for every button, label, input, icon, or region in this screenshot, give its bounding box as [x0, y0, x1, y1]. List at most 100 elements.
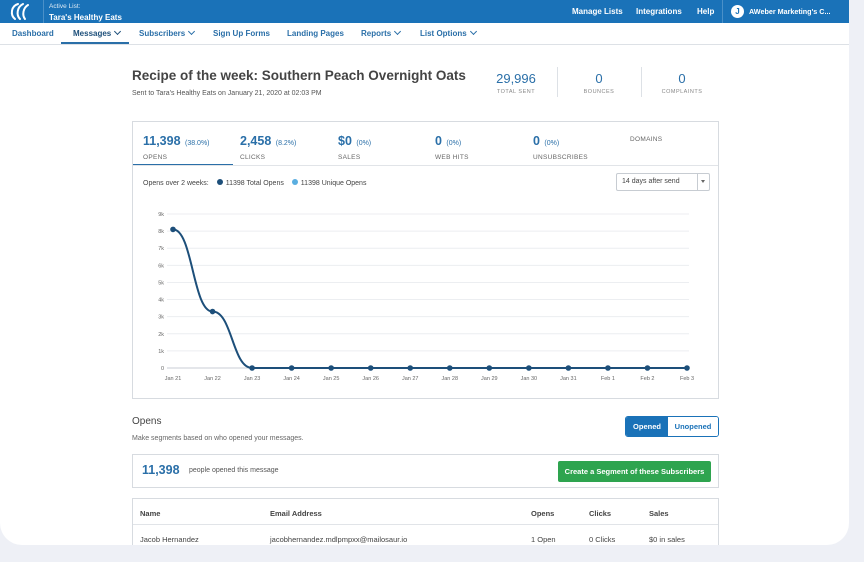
chevron-down-icon: [469, 27, 477, 36]
create-segment-button[interactable]: Create a Segment of these Subscribers: [558, 461, 711, 482]
column-header-name[interactable]: Name: [140, 509, 160, 518]
data-point: [170, 226, 176, 233]
y-tick-label: 6k: [158, 263, 164, 269]
y-tick-label: 3k: [158, 315, 164, 321]
sent-date: January 21, 2020 at 02:03 PM: [227, 90, 322, 97]
stat-bounces-label: BOUNCES: [583, 89, 615, 95]
cell-sales: $0 in sales: [649, 535, 685, 544]
active-list-name: Tara's Healthy Eats: [49, 13, 122, 22]
cell-clicks: 0 Clicks: [589, 535, 616, 544]
y-tick-label: 1k: [158, 349, 164, 355]
top-bar: Active List: Tara's Healthy Eats Manage …: [0, 0, 849, 23]
nav-reports[interactable]: Reports: [361, 23, 402, 44]
nav-reports-label: Reports: [361, 29, 392, 38]
unopened-button[interactable]: Unopened: [668, 417, 718, 436]
series-line: [172, 228, 687, 369]
y-tick-label: 8k: [158, 229, 164, 235]
x-tick-label: Feb 1: [601, 376, 615, 382]
x-tick-label: Feb 2: [640, 376, 654, 382]
data-point: [565, 365, 572, 371]
topbar-divider: [43, 0, 44, 23]
nav-sign-up-forms[interactable]: Sign Up Forms: [213, 23, 270, 44]
opens-heading: Opens: [132, 416, 162, 427]
sent-prefix: Sent to: [132, 90, 157, 97]
subscribers-table: Name Email Address Opens Clicks Sales Ja…: [132, 498, 719, 545]
data-point: [407, 365, 414, 371]
x-tick-label: Jan 31: [560, 376, 577, 382]
opens-count-text: people opened this message: [189, 467, 279, 474]
y-tick-label: 4k: [158, 298, 164, 304]
x-tick-label: Feb 3: [680, 376, 694, 382]
stat-complaints-value: 0: [678, 71, 686, 86]
y-tick-label: 9k: [158, 212, 164, 218]
account-menu[interactable]: J AWeber Marketing's C...: [722, 0, 849, 23]
data-point: [605, 365, 611, 371]
active-list-switcher[interactable]: Active List: Tara's Healthy Eats: [49, 2, 122, 23]
x-tick-label: Jan 24: [283, 376, 300, 382]
stat-bounces-value: 0: [595, 71, 603, 86]
stat-total-sent: 29,996 TOTAL SENT: [490, 71, 542, 95]
opens-count: 11,398: [142, 463, 180, 477]
chevron-down-icon: [114, 27, 122, 36]
column-header-opens[interactable]: Opens: [531, 509, 554, 518]
x-tick-label: Jan 26: [362, 376, 379, 382]
chevron-down-icon: [188, 27, 196, 36]
nav-messages[interactable]: Messages: [61, 23, 129, 44]
data-point: [644, 365, 651, 371]
nav-list-options-label: List Options: [420, 29, 467, 38]
data-point: [249, 365, 255, 371]
data-point: [288, 365, 295, 371]
stat-divider: [641, 67, 642, 97]
stat-total-sent-value: 29,996: [496, 71, 536, 86]
nav-list-options[interactable]: List Options: [420, 23, 477, 44]
opens-line-chart: 0 1k 2k 3k 4k 5k 6k 7k 8k 9k Jan 21 Jan 22 Jan 23 Jan…: [158, 212, 694, 382]
aweber-logo-icon[interactable]: [6, 1, 40, 22]
manage-lists-link[interactable]: Manage Lists: [572, 0, 623, 23]
sent-on: on: [216, 90, 228, 97]
stat-divider: [557, 67, 558, 97]
opened-button[interactable]: Opened: [626, 417, 668, 436]
opens-count-box: 11,398 people opened this message Create…: [132, 454, 719, 488]
data-point: [209, 308, 216, 315]
y-tick-label: 5k: [158, 280, 164, 286]
chevron-down-icon: [394, 27, 402, 36]
nav-landing-pages[interactable]: Landing Pages: [287, 23, 344, 44]
data-point: [526, 365, 532, 371]
main-nav: Dashboard Messages Subscribers Sign Up F…: [0, 23, 849, 45]
x-tick-label: Jan 25: [323, 376, 340, 382]
account-name: AWeber Marketing's C...: [749, 7, 831, 16]
stat-complaints-label: COMPLAINTS: [661, 89, 703, 95]
metrics-panel: 11,398 (38.0%) OPENS 2,458 (8.2%) CLICKS…: [132, 121, 719, 399]
y-tick-label: 2k: [158, 332, 164, 338]
column-header-email[interactable]: Email Address: [270, 509, 322, 518]
nav-dashboard[interactable]: Dashboard: [12, 23, 54, 44]
nav-messages-label: Messages: [73, 29, 112, 38]
stat-complaints: 0 COMPLAINTS: [655, 71, 709, 95]
cell-name[interactable]: Jacob Hernandez: [140, 535, 199, 544]
help-link[interactable]: Help: [697, 0, 714, 23]
y-tick-label: 0: [161, 366, 164, 372]
nav-subscribers[interactable]: Subscribers: [139, 23, 196, 44]
data-point: [367, 365, 374, 371]
x-tick-label: Jan 28: [442, 376, 459, 382]
x-tick-label: Jan 27: [402, 376, 419, 382]
app-window: Active List: Tara's Healthy Eats Manage …: [0, 0, 849, 545]
x-tick-label: Jan 29: [481, 376, 498, 382]
x-tick-label: Jan 22: [204, 376, 221, 382]
x-tick-label: Jan 23: [244, 376, 261, 382]
data-point: [684, 365, 690, 371]
table-header-divider: [133, 524, 718, 525]
data-point: [486, 365, 493, 371]
x-tick-label: Jan 30: [521, 376, 538, 382]
sent-info: Sent to Tara's Healthy Eats on January 2…: [132, 90, 322, 97]
column-header-sales[interactable]: Sales: [649, 509, 669, 518]
sent-list-name: Tara's Healthy Eats: [156, 90, 217, 97]
stat-bounces: 0 BOUNCES: [573, 71, 625, 95]
data-point: [446, 365, 453, 371]
opened-toggle: Opened Unopened: [625, 416, 719, 437]
message-title: Recipe of the week: Southern Peach Overn…: [132, 68, 466, 83]
x-tick-label: Jan 21: [165, 376, 182, 382]
column-header-clicks[interactable]: Clicks: [589, 509, 611, 518]
integrations-link[interactable]: Integrations: [636, 0, 682, 23]
data-point: [328, 365, 334, 371]
